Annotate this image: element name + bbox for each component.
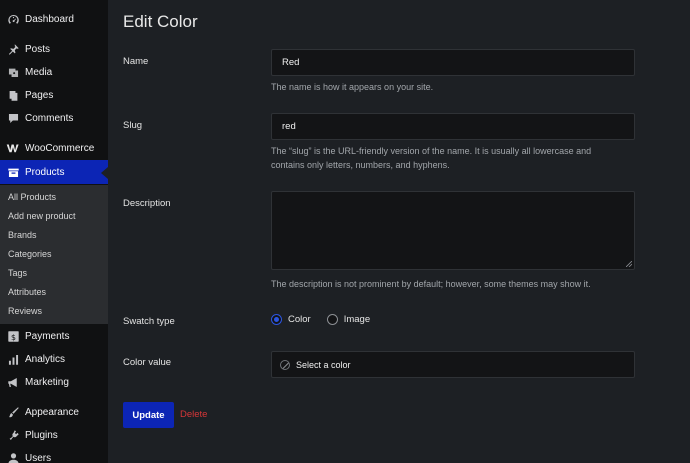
- swatch-option-label: Color: [288, 314, 311, 325]
- payments-icon: $: [6, 329, 20, 343]
- user-icon: [6, 451, 20, 463]
- products-submenu: All Products Add new product Brands Cate…: [0, 185, 108, 324]
- sidebar-item-label: Pages: [25, 89, 54, 101]
- sidebar-item-label: Media: [25, 66, 53, 78]
- slug-label: Slug: [123, 120, 143, 131]
- sidebar-item-posts[interactable]: Posts: [0, 37, 108, 61]
- sidebar-item-label: WooCommerce: [25, 142, 95, 154]
- swatch-option-color[interactable]: Color: [271, 314, 311, 325]
- sidebar-item-woocommerce[interactable]: WooCommerce: [0, 136, 108, 160]
- sidebar-item-label: Analytics: [25, 353, 66, 365]
- sidebar-item-pages[interactable]: Pages: [0, 83, 108, 107]
- admin-sidebar: Dashboard Posts Media Pages Comments Woo…: [0, 0, 108, 463]
- sidebar-item-label: Products: [25, 166, 65, 178]
- slug-help-line-1: The “slug” is the URL-friendly version o…: [271, 146, 592, 156]
- dashboard-icon: [6, 12, 20, 26]
- sidebar-item-analytics[interactable]: Analytics: [0, 347, 108, 371]
- color-picker-label: Select a color: [296, 359, 351, 370]
- sidebar-item-comments[interactable]: Comments: [0, 106, 108, 130]
- swatch-type-radio-group: Color Image: [271, 314, 386, 325]
- slug-input[interactable]: red: [271, 113, 635, 140]
- swatch-option-image[interactable]: Image: [326, 314, 371, 325]
- pages-icon: [6, 88, 20, 102]
- products-icon: [6, 165, 20, 179]
- slug-help-line-2: contains only letters, numbers, and hyph…: [271, 160, 450, 170]
- color-picker-button[interactable]: Select a color: [271, 351, 635, 378]
- name-label: Name: [123, 56, 149, 67]
- swatch-type-label: Swatch type: [123, 316, 175, 327]
- radio-color[interactable]: [271, 314, 282, 325]
- brush-icon: [6, 405, 20, 419]
- sidebar-item-dashboard[interactable]: Dashboard: [0, 7, 108, 31]
- plug-icon: [6, 428, 20, 442]
- sidebar-item-label: Dashboard: [25, 13, 74, 25]
- page-title: Edit Color: [123, 12, 198, 31]
- color-value-label: Color value: [123, 357, 172, 368]
- analytics-icon: [6, 352, 20, 366]
- sidebar-item-label: Comments: [25, 112, 74, 124]
- name-input[interactable]: Red: [271, 49, 635, 76]
- submenu-item-reviews[interactable]: Reviews: [8, 303, 42, 319]
- radio-image[interactable]: [326, 314, 338, 325]
- sidebar-item-label: Plugins: [25, 429, 58, 441]
- sidebar-item-label: Posts: [25, 43, 51, 55]
- sidebar-item-payments[interactable]: $ Payments: [0, 324, 108, 348]
- update-button[interactable]: Update: [123, 402, 174, 428]
- swatch-option-label: Image: [343, 314, 371, 325]
- sidebar-item-label: Marketing: [25, 376, 69, 388]
- pin-icon: [6, 42, 20, 56]
- sidebar-item-users[interactable]: Users: [0, 446, 108, 463]
- submenu-item-tags[interactable]: Tags: [8, 265, 27, 281]
- woo-icon: [6, 141, 20, 155]
- megaphone-icon: [6, 375, 20, 389]
- sidebar-item-media[interactable]: Media: [0, 60, 108, 84]
- resize-handle-icon[interactable]: [626, 261, 632, 267]
- submenu-item-add-new-product[interactable]: Add new product: [8, 208, 76, 224]
- sidebar-item-label: Appearance: [25, 406, 79, 418]
- submenu-item-categories[interactable]: Categories: [8, 246, 52, 262]
- delete-link[interactable]: Delete: [180, 409, 207, 420]
- sidebar-item-label: Users: [25, 452, 52, 463]
- sidebar-item-appearance[interactable]: Appearance: [0, 400, 108, 424]
- slug-input-value: red: [282, 121, 296, 132]
- media-icon: [6, 65, 20, 79]
- no-color-icon: [280, 359, 290, 370]
- sidebar-item-plugins[interactable]: Plugins: [0, 423, 108, 447]
- sidebar-item-marketing[interactable]: Marketing: [0, 370, 108, 394]
- comment-icon: [6, 111, 20, 125]
- submenu-item-attributes[interactable]: Attributes: [8, 284, 46, 300]
- sidebar-item-label: Payments: [25, 330, 70, 342]
- description-textarea[interactable]: [271, 191, 635, 270]
- name-input-value: Red: [282, 57, 300, 68]
- description-help-text: The description is not prominent by defa…: [271, 279, 591, 289]
- description-label: Description: [123, 198, 171, 209]
- slug-help-text: The “slug” is the URL-friendly version o…: [271, 144, 635, 172]
- sidebar-item-products[interactable]: Products: [0, 160, 108, 184]
- svg-text:$: $: [11, 332, 16, 341]
- submenu-item-all-products[interactable]: All Products: [8, 189, 56, 205]
- name-help-text: The name is how it appears on your site.: [271, 82, 434, 92]
- submenu-item-brands[interactable]: Brands: [8, 227, 37, 243]
